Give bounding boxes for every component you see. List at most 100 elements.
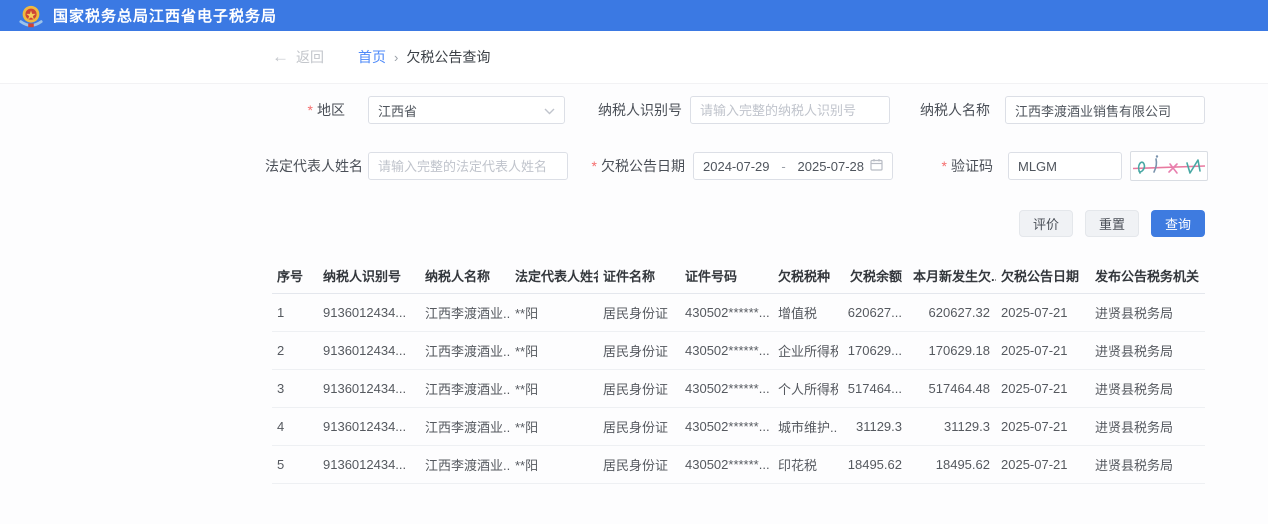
evaluate-button[interactable]: 评价: [1019, 210, 1073, 237]
table-cell: 620627...: [838, 293, 908, 331]
table-cell: 居民身份证: [598, 445, 680, 483]
captcha-group: [1008, 151, 1208, 181]
legal-rep-input[interactable]: [368, 152, 568, 180]
taxpayer-name-label-text: 纳税人名称: [920, 100, 990, 120]
notice-date-label: * 欠税公告日期: [568, 156, 693, 176]
notice-date-range-picker[interactable]: 2024-07-29 - 2025-07-28: [693, 152, 893, 180]
region-label: * 地区: [272, 100, 368, 120]
notice-date-label-text: 欠税公告日期: [601, 156, 685, 176]
table-cell: 9136012434...: [318, 331, 420, 369]
captcha-image[interactable]: [1130, 151, 1208, 181]
table-cell: 进贤县税务局: [1090, 445, 1205, 483]
table-cell: 9136012434...: [318, 293, 420, 331]
breadcrumb-separator-icon: ›: [394, 50, 398, 65]
column-header: 法定代表人姓名: [510, 259, 598, 293]
captcha-input[interactable]: [1008, 152, 1122, 180]
form-row-2: 法定代表人姓名 * 欠税公告日期 2024-07-29 - 2025-07-28: [272, 152, 1268, 180]
table-cell: 430502******...: [680, 331, 773, 369]
table-cell: 增值税: [773, 293, 838, 331]
table-cell: 2025-07-21: [996, 407, 1090, 445]
table-cell: 江西李渡酒业...: [420, 445, 510, 483]
table-row: 19136012434...江西李渡酒业...**阳居民身份证430502***…: [272, 293, 1205, 331]
results-table-body: 19136012434...江西李渡酒业...**阳居民身份证430502***…: [272, 293, 1205, 483]
column-header: 序号: [272, 259, 318, 293]
table-cell: 18495.62: [838, 445, 908, 483]
back-link[interactable]: 返回: [296, 47, 324, 67]
table-cell: 430502******...: [680, 445, 773, 483]
breadcrumb-current: 欠税公告查询: [406, 47, 490, 67]
column-header: 纳税人识别号: [318, 259, 420, 293]
table-cell: 进贤县税务局: [1090, 369, 1205, 407]
table-cell: 进贤县税务局: [1090, 293, 1205, 331]
column-header: 证件名称: [598, 259, 680, 293]
results-table: 序号纳税人识别号纳税人名称法定代表人姓名证件名称证件号码欠税税种欠税余额本月新发…: [272, 259, 1205, 484]
tax-bureau-logo-icon: [18, 4, 44, 30]
column-header: 欠税公告日期: [996, 259, 1090, 293]
column-header: 欠税税种: [773, 259, 838, 293]
region-label-text: 地区: [317, 100, 345, 120]
table-cell: 1: [272, 293, 318, 331]
taxpayer-id-label-text: 纳税人识别号: [598, 100, 682, 120]
region-select-value: 江西省: [378, 101, 538, 120]
table-cell: 企业所得税: [773, 331, 838, 369]
required-mark: *: [308, 102, 313, 118]
table-cell: 城市维护...: [773, 407, 838, 445]
table-cell: 2025-07-21: [996, 331, 1090, 369]
table-row: 59136012434...江西李渡酒业...**阳居民身份证430502***…: [272, 445, 1205, 483]
form-actions: 评价 重置 查询: [272, 210, 1268, 237]
legal-rep-label: 法定代表人姓名: [272, 156, 368, 176]
table-cell: 9136012434...: [318, 369, 420, 407]
breadcrumb-home-link[interactable]: 首页: [358, 47, 386, 67]
table-cell: 517464...: [838, 369, 908, 407]
chevron-down-icon: [544, 103, 555, 118]
table-cell: **阳: [510, 331, 598, 369]
table-cell: 印花税: [773, 445, 838, 483]
app-header: 国家税务总局江西省电子税务局: [0, 0, 1268, 31]
table-cell: 江西李渡酒业...: [420, 407, 510, 445]
results-table-head-row: 序号纳税人识别号纳税人名称法定代表人姓名证件名称证件号码欠税税种欠税余额本月新发…: [272, 259, 1205, 293]
table-cell: **阳: [510, 369, 598, 407]
table-cell: 9136012434...: [318, 445, 420, 483]
table-cell: 430502******...: [680, 369, 773, 407]
results-table-section: 序号纳税人识别号纳税人名称法定代表人姓名证件名称证件号码欠税税种欠税余额本月新发…: [272, 259, 1205, 484]
table-cell: 个人所得税: [773, 369, 838, 407]
required-mark: *: [592, 158, 597, 174]
taxpayer-name-input[interactable]: [1005, 96, 1205, 124]
column-header: 纳税人名称: [420, 259, 510, 293]
table-cell: 进贤县税务局: [1090, 331, 1205, 369]
date-end-value: 2025-07-28: [798, 159, 865, 174]
table-cell: 居民身份证: [598, 407, 680, 445]
table-cell: 居民身份证: [598, 369, 680, 407]
table-row: 39136012434...江西李渡酒业...**阳居民身份证430502***…: [272, 369, 1205, 407]
query-button[interactable]: 查询: [1151, 210, 1205, 237]
table-row: 29136012434...江西李渡酒业...**阳居民身份证430502***…: [272, 331, 1205, 369]
table-cell: 430502******...: [680, 407, 773, 445]
back-arrow-icon[interactable]: ←: [272, 47, 289, 67]
table-cell: 4: [272, 407, 318, 445]
page: 国家税务总局江西省电子税务局 ← 返回 首页 › 欠税公告查询 * 地区 江西省…: [0, 0, 1268, 484]
table-cell: 江西李渡酒业...: [420, 293, 510, 331]
table-cell: **阳: [510, 293, 598, 331]
app-title: 国家税务总局江西省电子税务局: [53, 5, 277, 26]
query-form: * 地区 江西省 纳税人识别号 纳税人名称 法定代表人姓名: [0, 96, 1268, 237]
breadcrumb: ← 返回 首页 › 欠税公告查询: [0, 31, 1268, 84]
form-row-1: * 地区 江西省 纳税人识别号 纳税人名称: [272, 96, 1268, 124]
region-select[interactable]: 江西省: [368, 96, 565, 124]
table-row: 49136012434...江西李渡酒业...**阳居民身份证430502***…: [272, 407, 1205, 445]
taxpayer-id-label: 纳税人识别号: [565, 100, 690, 120]
date-start-value: 2024-07-29: [703, 159, 770, 174]
taxpayer-id-input[interactable]: [690, 96, 890, 124]
table-cell: 居民身份证: [598, 331, 680, 369]
table-cell: 居民身份证: [598, 293, 680, 331]
table-cell: 3: [272, 369, 318, 407]
required-mark: *: [942, 158, 947, 174]
table-cell: 31129.3: [838, 407, 908, 445]
table-cell: 9136012434...: [318, 407, 420, 445]
table-cell: 2025-07-21: [996, 293, 1090, 331]
table-cell: 18495.62: [908, 445, 996, 483]
table-cell: 517464.48: [908, 369, 996, 407]
legal-rep-label-text: 法定代表人姓名: [265, 156, 363, 176]
reset-button[interactable]: 重置: [1085, 210, 1139, 237]
table-cell: 5: [272, 445, 318, 483]
table-cell: 170629...: [838, 331, 908, 369]
